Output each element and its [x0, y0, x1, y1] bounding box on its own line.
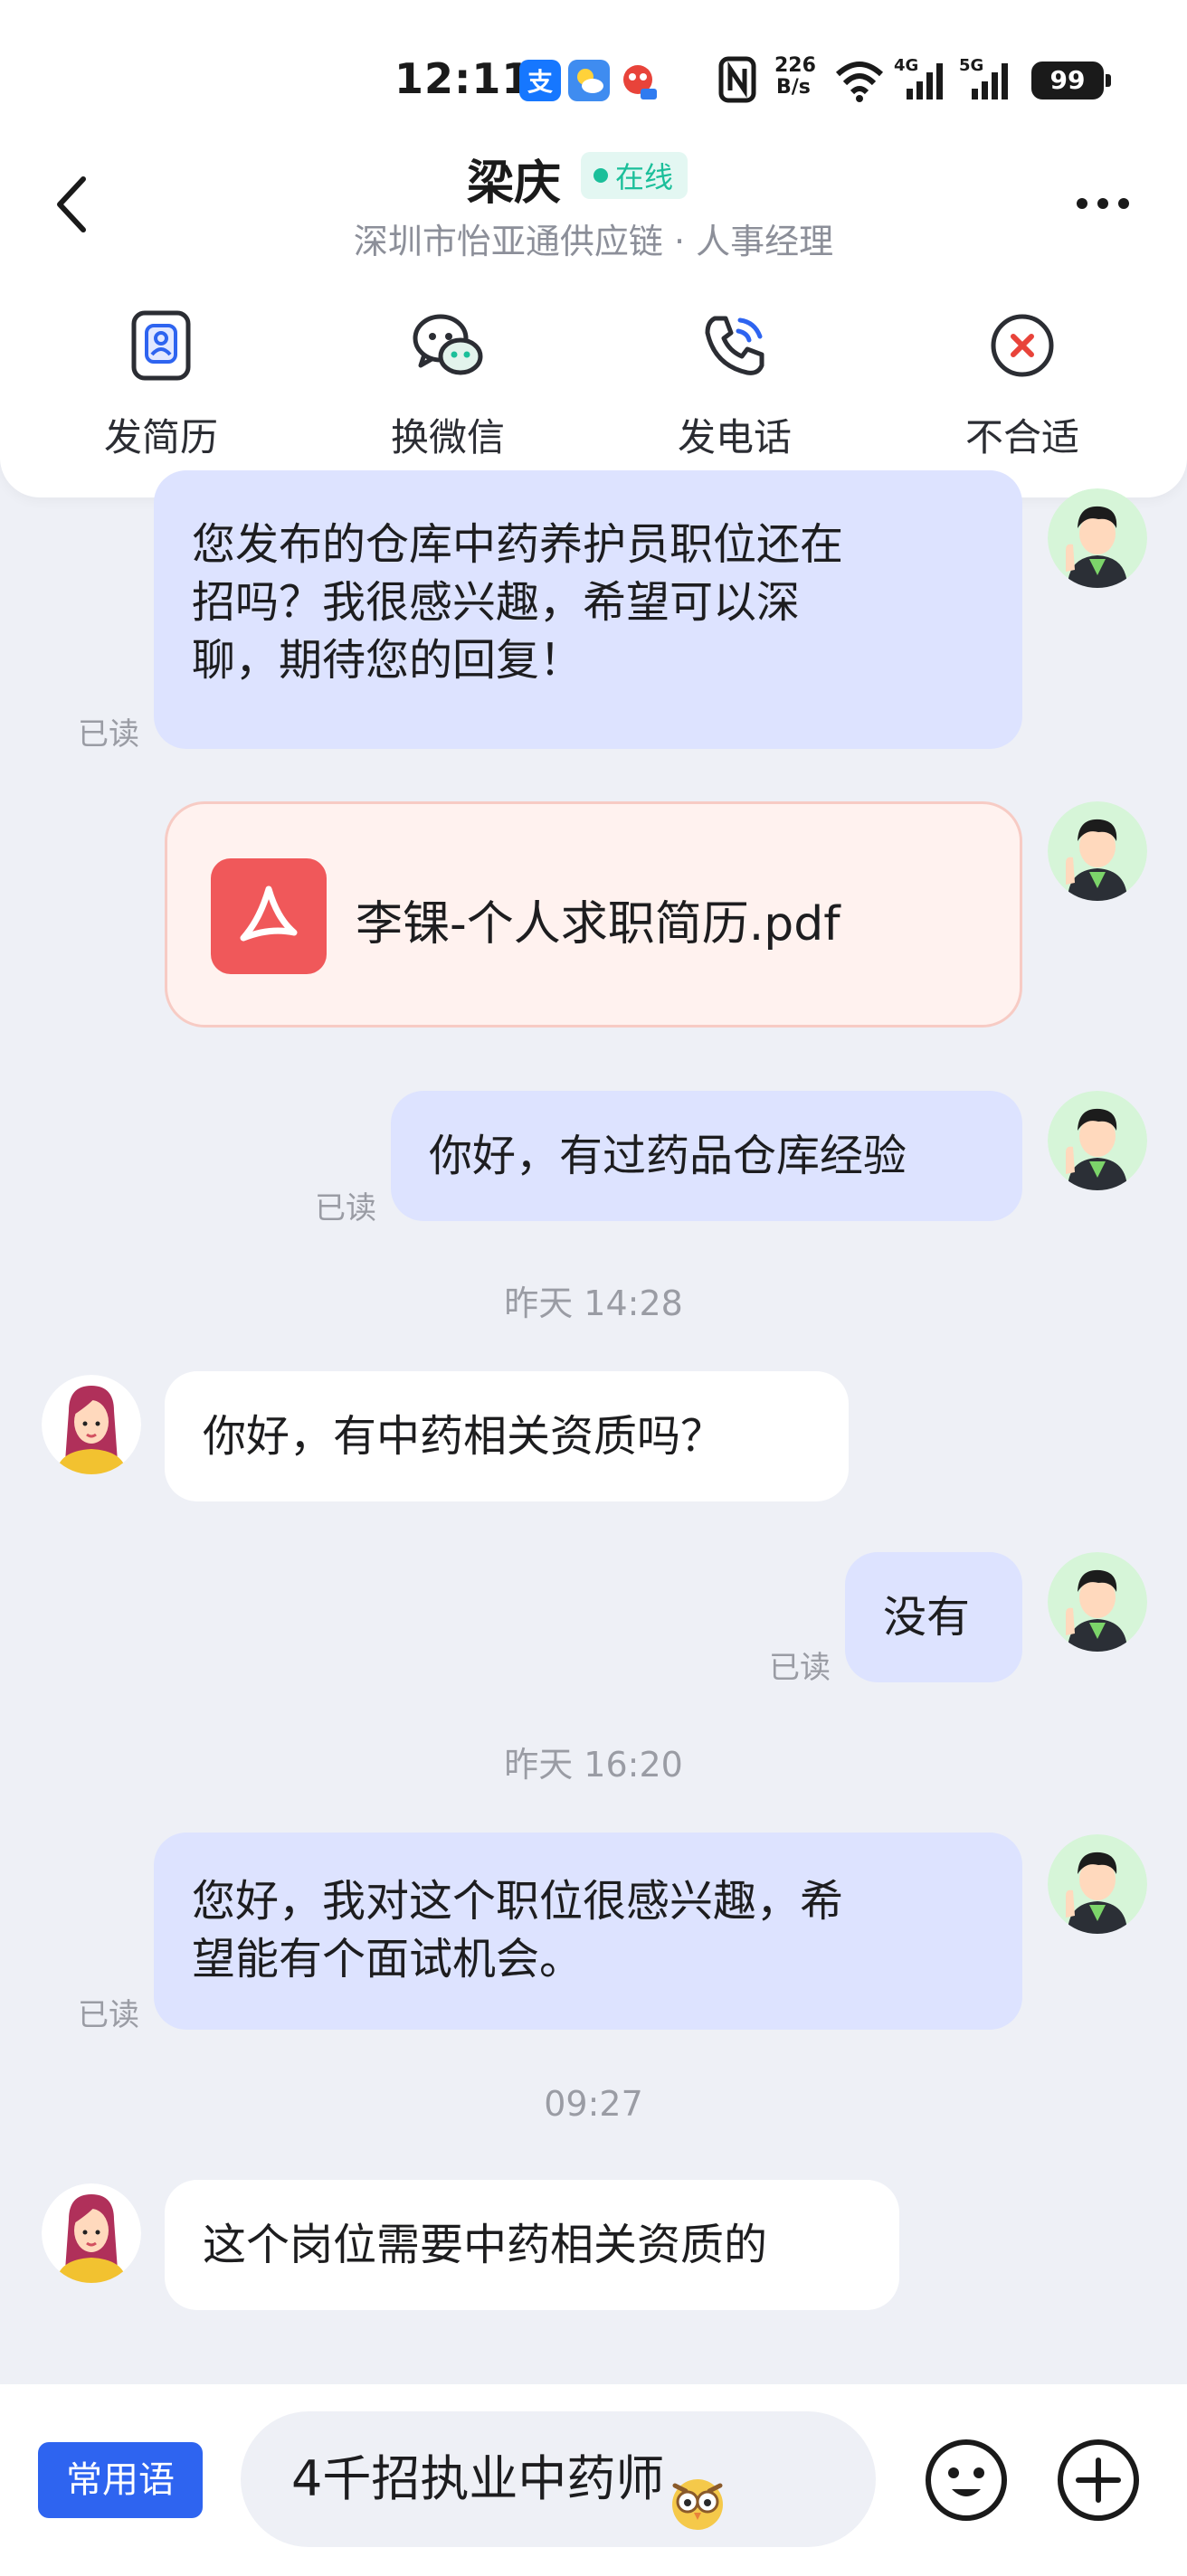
not-suitable-label: 不合适 [964, 415, 1079, 459]
my-avatar[interactable] [1048, 1091, 1147, 1190]
online-status-badge: 在线 [581, 152, 688, 199]
message-bubble-sent[interactable]: 没有 [845, 1552, 1022, 1682]
message-timestamp: 昨天 16:20 [504, 1745, 683, 1785]
weather-icon [568, 60, 610, 101]
draft-text: 4千招执业中药师 [291, 2450, 665, 2507]
online-dot-icon [594, 168, 608, 183]
message-bubble-received[interactable]: 这个岗位需要中药相关资质的 [165, 2180, 899, 2310]
network-speed-unit: B/s [776, 76, 811, 99]
my-avatar[interactable] [1048, 1552, 1147, 1652]
not-suitable-action[interactable]: 不合适 [923, 308, 1122, 470]
recruiter-avatar[interactable] [42, 1375, 141, 1474]
alipay-icon: 支 [519, 60, 561, 101]
message-line: 你好，有中药相关资质吗？ [203, 1411, 725, 1462]
exchange-wechat-label: 换微信 [390, 415, 505, 459]
message-bubble-sent[interactable]: 您好，我对这个职位很感兴趣，希 望能有个面试机会。 [154, 1833, 1022, 2030]
read-receipt: 已读 [78, 1997, 139, 2033]
message-timestamp: 昨天 14:28 [504, 1283, 683, 1323]
read-receipt: 已读 [78, 716, 139, 753]
message-line: 你好，有过药品仓库经验 [429, 1131, 907, 1181]
add-attachment-button[interactable] [1055, 2437, 1142, 2524]
status-bar: 12:11 支 226 B/s 4G 5G 99 [0, 51, 1187, 112]
chat-header: 12:11 支 226 B/s 4G 5G 99 梁庆 在线 深圳市怡亚通供应链… [0, 0, 1187, 497]
more-options-button[interactable] [1073, 181, 1133, 226]
recruiter-avatar[interactable] [42, 2183, 141, 2283]
battery-indicator: 99 [1031, 62, 1111, 99]
message-input[interactable]: 4千招执业中药师 [241, 2411, 876, 2547]
message-line: 您发布的仓库中药养护员职位还在 [192, 519, 844, 570]
contact-name: 梁庆 [467, 156, 562, 211]
call-phone-action[interactable]: 发电话 [635, 308, 834, 470]
nfc-icon [718, 56, 756, 107]
message-bubble-sent[interactable]: 您发布的仓库中药养护员职位还在 招吗？我很感兴趣，希望可以深 聊，期待您的回复！ [154, 470, 1022, 749]
my-avatar[interactable] [1048, 1834, 1147, 1934]
message-line: 您好，我对这个职位很感兴趣，希 [192, 1876, 844, 1927]
network-speed-value: 226 [774, 54, 816, 77]
more-dots-icon [1077, 198, 1129, 209]
app-notification-icon [617, 60, 659, 101]
read-receipt: 已读 [315, 1190, 376, 1226]
message-bubble-sent[interactable]: 你好，有过药品仓库经验 [391, 1091, 1022, 1221]
emoji-button[interactable] [923, 2437, 1010, 2524]
message-line: 招吗？我很感兴趣，希望可以深 [192, 577, 801, 628]
message-line: 这个岗位需要中药相关资质的 [203, 2220, 768, 2270]
my-avatar[interactable] [1048, 801, 1147, 901]
common-phrases-button[interactable]: 常用语 [38, 2442, 203, 2518]
reject-icon [984, 308, 1060, 384]
exchange-wechat-action[interactable]: 换微信 [348, 308, 547, 470]
emoji-face-icon [926, 2439, 1007, 2521]
wechat-icon [410, 308, 486, 384]
phone-icon [697, 308, 773, 384]
send-resume-action[interactable]: 发简历 [62, 308, 261, 470]
read-receipt: 已读 [769, 1650, 831, 1686]
resume-icon [123, 308, 199, 384]
call-phone-label: 发电话 [677, 415, 792, 459]
my-avatar[interactable] [1048, 488, 1147, 588]
message-line: 聊，期待您的回复！ [192, 635, 584, 686]
message-line: 没有 [883, 1592, 971, 1643]
message-timestamp: 09:27 [544, 2084, 643, 2124]
contact-company-role: 深圳市怡亚通供应链 · 人事经理 [353, 222, 834, 261]
online-label: 在线 [615, 160, 674, 194]
file-name: 李锞-个人求职简历.pdf [356, 897, 840, 952]
resume-file-card[interactable]: 李锞-个人求职简历.pdf [165, 801, 1022, 1028]
status-time: 12:11 [394, 54, 532, 103]
plus-circle-icon [1058, 2439, 1139, 2521]
message-bubble-received[interactable]: 你好，有中药相关资质吗？ [165, 1371, 849, 1501]
message-line: 望能有个面试机会。 [192, 1934, 584, 1984]
owl-emoji-icon [668, 2448, 727, 2531]
send-resume-label: 发简历 [103, 415, 218, 459]
signal-4g-icon [901, 60, 952, 105]
signal-5g-icon [966, 60, 1017, 105]
pdf-icon [211, 858, 327, 974]
message-input-bar: 常用语 4千招执业中药师 [0, 2384, 1187, 2576]
wifi-icon [832, 56, 887, 107]
